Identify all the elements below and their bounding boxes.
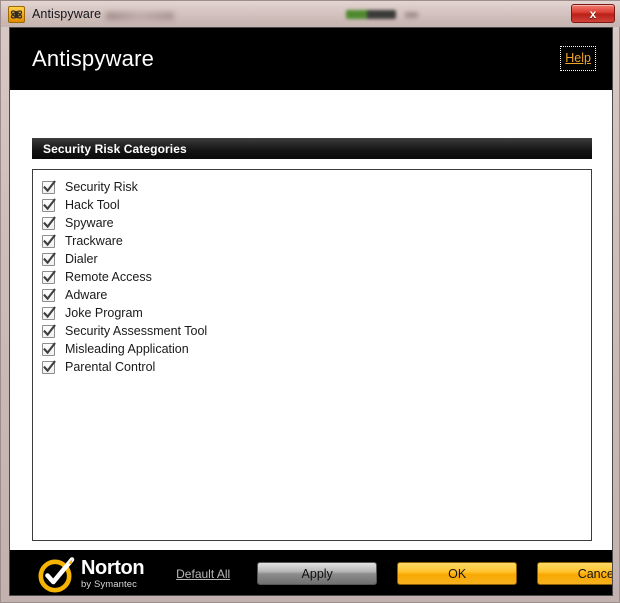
window-title: Antispyware bbox=[32, 7, 102, 21]
category-label: Parental Control bbox=[65, 360, 156, 374]
ok-button[interactable]: OK bbox=[397, 562, 518, 585]
checkbox-checked-icon[interactable] bbox=[42, 197, 56, 212]
antispyware-shield-icon bbox=[8, 5, 25, 23]
default-all-link[interactable]: Default All bbox=[176, 567, 230, 581]
category-label: Security Assessment Tool bbox=[65, 324, 208, 338]
category-row[interactable]: Dialer bbox=[42, 250, 591, 268]
close-button[interactable]: x bbox=[571, 4, 615, 23]
checkbox-checked-icon[interactable] bbox=[42, 341, 56, 356]
redacted-title-text bbox=[106, 12, 174, 20]
category-label: Joke Program bbox=[65, 306, 143, 320]
norton-logo: Norton by Symantec bbox=[38, 555, 145, 593]
category-row[interactable]: Spyware bbox=[42, 214, 591, 232]
apply-button[interactable]: Apply bbox=[257, 562, 378, 585]
checkbox-checked-icon[interactable] bbox=[42, 269, 56, 284]
checkbox-checked-icon[interactable] bbox=[42, 305, 56, 320]
category-label: Security Risk bbox=[65, 180, 138, 194]
category-label: Spyware bbox=[65, 216, 114, 230]
category-row[interactable]: Misleading Application bbox=[42, 340, 591, 358]
page-body: Security Risk Categories Security Risk Ha… bbox=[10, 90, 612, 550]
checkbox-checked-icon[interactable] bbox=[42, 359, 56, 374]
category-row[interactable]: Joke Program bbox=[42, 304, 591, 322]
category-row[interactable]: Security Assessment Tool bbox=[42, 322, 591, 340]
category-label: Trackware bbox=[65, 234, 123, 248]
redacted-status-text bbox=[405, 12, 418, 18]
page-title: Antispyware bbox=[32, 46, 155, 71]
category-row[interactable]: Adware bbox=[42, 286, 591, 304]
checkbox-checked-icon[interactable] bbox=[42, 287, 56, 302]
checkbox-checked-icon[interactable] bbox=[42, 251, 56, 266]
category-row[interactable]: Trackware bbox=[42, 232, 591, 250]
help-link[interactable]: Help bbox=[560, 46, 596, 71]
norton-wordmark: Norton by Symantec bbox=[81, 556, 145, 590]
category-label: Misleading Application bbox=[65, 342, 189, 356]
section-header-security-risk-categories: Security Risk Categories bbox=[32, 138, 592, 159]
category-label: Dialer bbox=[65, 252, 98, 266]
help-link-label: Help bbox=[565, 51, 591, 65]
category-row[interactable]: Remote Access bbox=[42, 268, 591, 286]
title-bar: Antispyware x bbox=[1, 1, 620, 27]
category-row[interactable]: Parental Control bbox=[42, 358, 591, 376]
dialog-client-area: Antispyware Help Security Risk Categorie… bbox=[9, 27, 613, 596]
category-label: Remote Access bbox=[65, 270, 152, 284]
section-header-label: Security Risk Categories bbox=[43, 141, 187, 156]
checkbox-checked-icon[interactable] bbox=[42, 323, 56, 338]
redacted-status-badge bbox=[346, 10, 396, 19]
category-label: Hack Tool bbox=[65, 198, 120, 212]
norton-checkmark-icon bbox=[38, 555, 76, 593]
norton-brand-name: Norton bbox=[81, 556, 145, 579]
close-icon: x bbox=[589, 6, 597, 21]
category-row[interactable]: Security Risk bbox=[42, 178, 591, 196]
checkbox-checked-icon[interactable] bbox=[42, 179, 56, 194]
checkbox-checked-icon[interactable] bbox=[42, 215, 56, 230]
application-window: Antispyware x Antispyware Help Security … bbox=[0, 0, 620, 603]
page-header: Antispyware Help bbox=[10, 28, 612, 90]
category-list-panel: Security Risk Hack Tool Spyware Trackware Di… bbox=[32, 169, 592, 541]
checkbox-checked-icon[interactable] bbox=[42, 233, 56, 248]
category-label: Adware bbox=[65, 288, 108, 302]
dialog-footer: Norton by Symantec Default All Apply OK … bbox=[10, 550, 612, 595]
cancel-button[interactable]: Cancel bbox=[537, 562, 612, 585]
norton-brand-sub: by Symantec bbox=[81, 578, 138, 590]
category-row[interactable]: Hack Tool bbox=[42, 196, 591, 214]
